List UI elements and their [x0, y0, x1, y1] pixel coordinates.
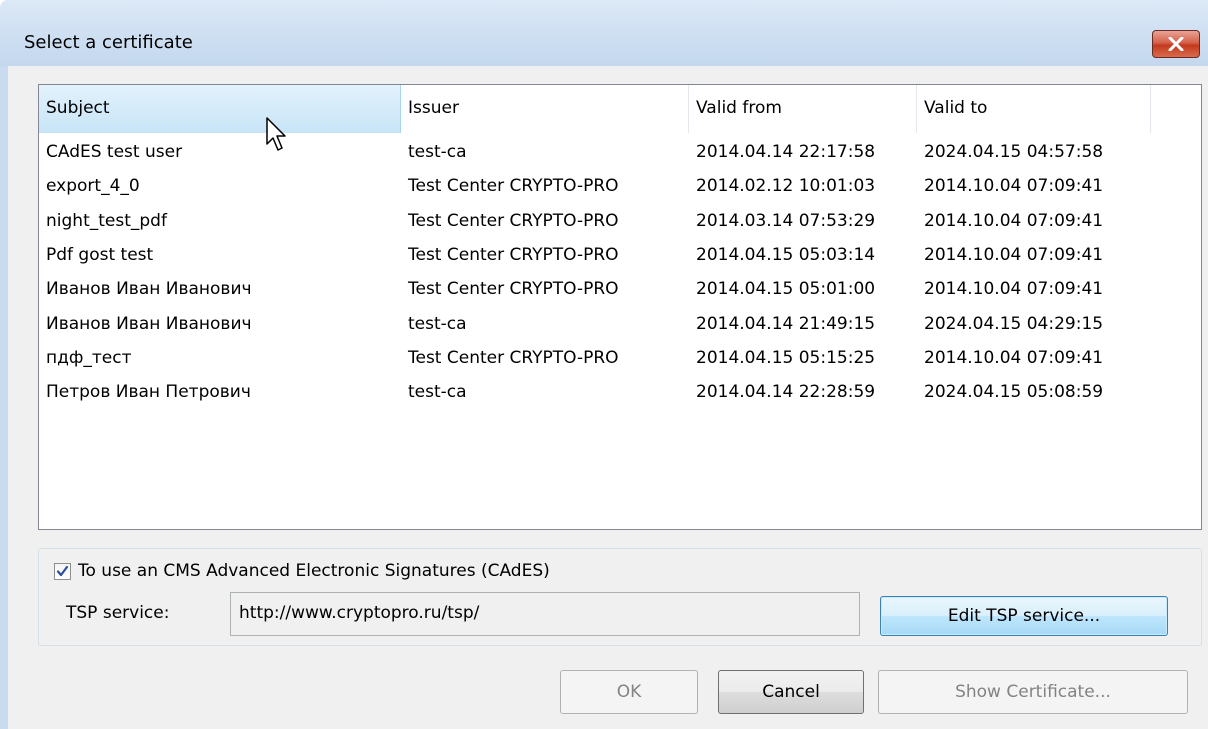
cell-subject: Петров Иван Петрович	[46, 382, 251, 403]
cancel-button[interactable]: Cancel	[718, 670, 864, 714]
cell-valid-to: 2024.04.15 04:57:58	[924, 142, 1104, 162]
list-header: Subject Issuer Valid from Valid to	[39, 85, 1201, 133]
cell-issuer: Test Center CRYPTO-PRO	[408, 279, 619, 300]
column-header-subject[interactable]: Subject	[39, 85, 401, 133]
cell-issuer: Test Center CRYPTO-PRO	[408, 244, 619, 265]
cell-valid-from: 2014.04.14 21:49:15	[696, 313, 876, 334]
cell-issuer: Test Center CRYPTO-PRO	[408, 176, 619, 197]
table-row[interactable]: Pdf gost test Test Center CRYPTO-PRO 2014.…	[39, 240, 1201, 274]
cell-subject: Иванов Иван Иванович	[46, 313, 252, 334]
cell-valid-from: 2014.02.12 10:01:03	[696, 176, 876, 197]
column-header-valid-to[interactable]: Valid to	[917, 85, 1151, 133]
cell-valid-to: 2014.10.04 07:09:41	[924, 244, 1104, 265]
column-header-issuer[interactable]: Issuer	[401, 85, 689, 133]
table-row[interactable]: export_4_0 Test Center CRYPTO-PRO 2014.02.…	[39, 171, 1201, 205]
table-row[interactable]: пдф_тест Test Center CRYPTO-PRO 2014.04.15…	[39, 343, 1201, 377]
cell-issuer: test-ca	[408, 142, 467, 162]
cell-valid-to: 2014.10.04 07:09:41	[924, 176, 1104, 197]
column-header-filler	[1151, 85, 1201, 133]
cell-issuer: test-ca	[408, 382, 467, 403]
table-row[interactable]: Иванов Иван Иванович Test Center CRYPTO-P…	[39, 274, 1201, 308]
cell-issuer: Test Center CRYPTO-PRO	[408, 347, 619, 368]
tsp-service-label: TSP service:	[66, 603, 170, 623]
certificate-list[interactable]: Subject Issuer Valid from Valid to CAdES…	[38, 84, 1202, 530]
tsp-service-value: http://www.cryptopro.ru/tsp/	[239, 603, 480, 623]
close-button[interactable]	[1152, 30, 1200, 58]
cell-issuer: Test Center CRYPTO-PRO	[408, 210, 619, 231]
cell-subject: Иванов Иван Иванович	[46, 279, 252, 300]
cell-subject: export_4_0	[46, 176, 140, 197]
tsp-service-field: http://www.cryptopro.ru/tsp/	[230, 592, 860, 636]
window-title: Select a certificate	[24, 32, 193, 53]
cell-valid-from: 2014.04.14 22:17:58	[696, 142, 876, 162]
edit-tsp-service-button[interactable]: Edit TSP service...	[880, 596, 1168, 636]
cell-issuer: test-ca	[408, 313, 467, 334]
show-certificate-button[interactable]: Show Certificate...	[878, 670, 1188, 714]
cades-checkbox[interactable]	[54, 563, 71, 580]
cell-valid-from: 2014.04.15 05:03:14	[696, 244, 876, 265]
cell-subject: Pdf gost test	[46, 244, 154, 265]
cell-subject: night_test_pdf	[46, 210, 167, 231]
table-row[interactable]: CAdES test user test-ca 2014.04.14 22:17:5…	[39, 137, 1201, 171]
cell-valid-from: 2014.04.15 05:01:00	[696, 279, 876, 300]
cell-valid-from: 2014.03.14 07:53:29	[696, 210, 876, 231]
title-bar[interactable]: Select a certificate	[0, 0, 1208, 66]
cell-valid-to: 2014.10.04 07:09:41	[924, 279, 1104, 300]
cell-valid-to: 2014.10.04 07:09:41	[924, 210, 1104, 231]
checkmark-icon	[56, 565, 69, 577]
table-row[interactable]: Иванов Иван Иванович test-ca 2014.04.14 21…	[39, 309, 1201, 343]
cell-valid-to: 2014.10.04 07:09:41	[924, 347, 1104, 368]
cell-subject: CAdES test user	[46, 142, 183, 162]
cell-valid-to: 2024.04.15 04:29:15	[924, 313, 1104, 334]
cades-checkbox-label[interactable]: To use an CMS Advanced Electronic Signat…	[78, 561, 550, 581]
column-header-valid-from[interactable]: Valid from	[689, 85, 917, 133]
cell-valid-from: 2014.04.14 22:28:59	[696, 382, 876, 403]
table-row[interactable]: Петров Иван Петрович test-ca 2014.04.14 22…	[39, 377, 1201, 411]
cell-subject: пдф_тест	[46, 347, 132, 368]
table-row[interactable]: night_test_pdf Test Center CRYPTO-PRO 2014…	[39, 206, 1201, 240]
cell-valid-to: 2024.04.15 05:08:59	[924, 382, 1104, 403]
ok-button[interactable]: OK	[560, 670, 698, 714]
close-x-icon	[1168, 37, 1184, 51]
cell-valid-from: 2014.04.15 05:15:25	[696, 347, 876, 368]
mouse-pointer-icon	[266, 117, 286, 151]
